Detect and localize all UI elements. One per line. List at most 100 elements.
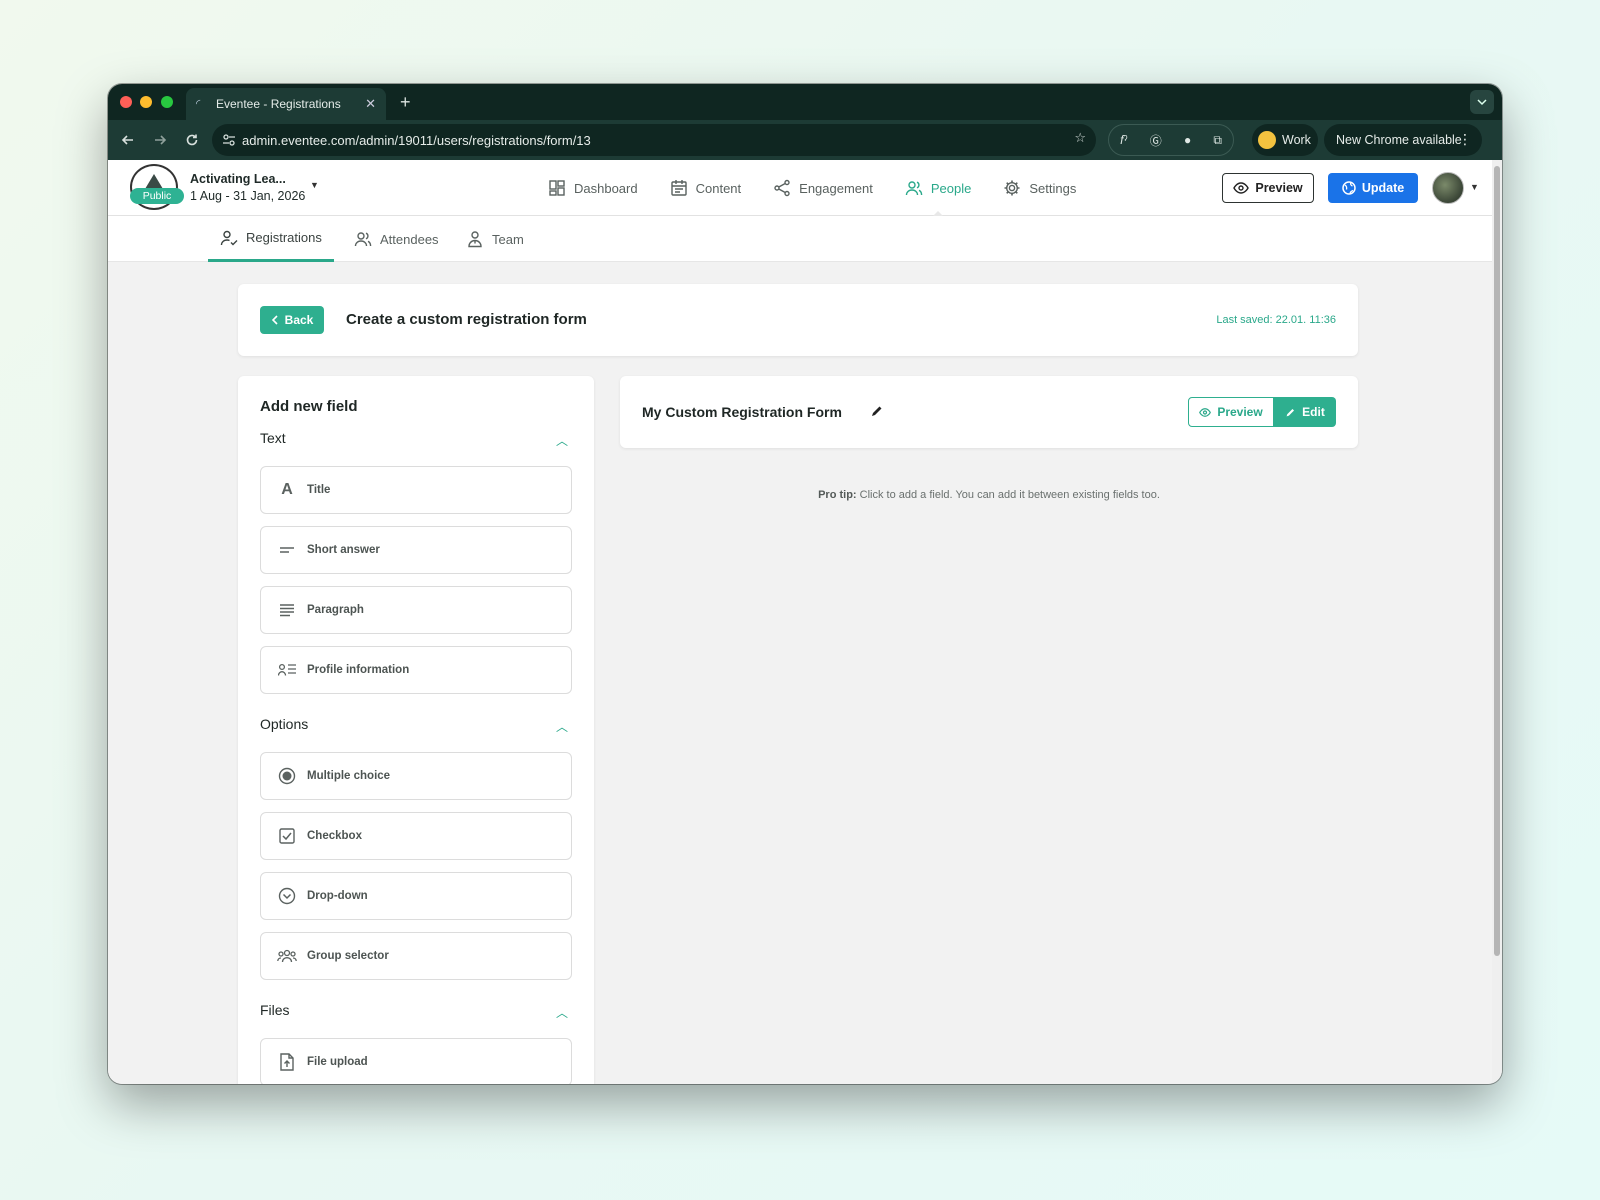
people-icon [905, 181, 923, 196]
nav-settings-label: Settings [1029, 180, 1077, 196]
section-files-header[interactable]: Files ︿ [260, 1002, 572, 1022]
add-short-answer-button[interactable]: Short answer [260, 526, 572, 574]
address-bar[interactable]: admin.eventee.com/admin/19011/users/regi… [212, 124, 1096, 156]
chrome-update-label: New Chrome available [1336, 133, 1462, 147]
bookmark-star-icon[interactable]: ☆ [1074, 130, 1086, 146]
edit-form-label: Edit [1302, 405, 1325, 419]
section-text-header[interactable]: Text ︿ [260, 430, 572, 450]
nav-people[interactable]: People [889, 160, 987, 217]
group-icon [277, 946, 297, 966]
dashboard-icon [549, 180, 565, 196]
avatar-caret-icon[interactable]: ▼ [1470, 182, 1479, 192]
back-button[interactable]: Back [260, 306, 324, 334]
close-tab-icon[interactable]: ✕ [365, 96, 376, 112]
formula-extension-icon[interactable]: fˀ [1120, 133, 1128, 147]
nav-dashboard[interactable]: Dashboard [532, 160, 654, 216]
nav-people-label: People [930, 180, 972, 196]
tab-attendees[interactable]: Attendees [354, 216, 439, 262]
tab-search-icon[interactable] [1470, 90, 1494, 114]
chevron-up-icon[interactable]: ︿ [556, 718, 568, 735]
tab-team[interactable]: Team [466, 216, 524, 262]
edit-form-button[interactable]: Edit [1274, 397, 1336, 427]
back-arrow-icon[interactable] [116, 128, 140, 152]
maximize-window-button[interactable] [161, 96, 173, 108]
add-paragraph-button[interactable]: Paragraph [260, 586, 572, 634]
event-name[interactable]: Activating Lea... [190, 172, 286, 186]
preview-form-button[interactable]: Preview [1188, 397, 1274, 427]
profile-avatar-icon [1258, 131, 1276, 149]
pro-tip: Pro tip: Click to add a field. You can a… [620, 489, 1358, 501]
gear-icon [1004, 180, 1020, 196]
pencil-icon[interactable] [870, 404, 884, 418]
avatar[interactable] [1432, 172, 1464, 204]
share-icon [774, 179, 790, 197]
chrome-update-button[interactable]: New Chrome available ⋮ [1324, 124, 1482, 156]
puzzle-extensions-icon[interactable]: ⧉ [1213, 133, 1222, 148]
font-icon: A [281, 481, 293, 498]
section-options-label: Options [260, 716, 309, 732]
pro-tip-text: Click to add a field. You can add it bet… [859, 489, 1160, 501]
add-field-panel: Add new field Text ︿ A Title Short answe… [238, 376, 594, 1084]
minimize-window-button[interactable] [140, 96, 152, 108]
page-header-card: Back Create a custom registration form L… [238, 284, 1358, 356]
section-text-label: Text [260, 430, 286, 446]
page-scrollbar[interactable] [1492, 160, 1502, 1084]
add-profile-information-label: Profile information [307, 664, 410, 676]
add-checkbox-button[interactable]: Checkbox [260, 812, 572, 860]
tab-title: Eventee - Registrations [216, 97, 341, 111]
add-checkbox-label: Checkbox [307, 830, 362, 842]
add-short-answer-label: Short answer [307, 544, 380, 556]
nav-content-label: Content [695, 180, 742, 196]
app-area: Public Activating Lea... 1 Aug - 31 Jan,… [108, 160, 1492, 1084]
tab-team-label: Team [492, 231, 524, 247]
profile-label: Work [1282, 133, 1311, 147]
update-label: Update [1361, 181, 1405, 195]
site-settings-icon[interactable] [222, 133, 236, 147]
add-group-selector-button[interactable]: Group selector [260, 932, 572, 980]
chrome-menu-icon[interactable]: ⋮ [1458, 131, 1472, 148]
add-multiple-choice-label: Multiple choice [307, 770, 391, 782]
new-tab-icon[interactable]: + [400, 92, 411, 112]
update-button[interactable]: Update [1328, 173, 1418, 203]
dropdown-icon [277, 886, 297, 906]
add-multiple-choice-button[interactable]: Multiple choice [260, 752, 572, 800]
chevron-up-icon[interactable]: ︿ [556, 432, 568, 449]
forward-arrow-icon[interactable] [148, 128, 172, 152]
team-member-icon [468, 231, 482, 248]
globe-icon [1342, 181, 1356, 195]
nav-dashboard-label: Dashboard [574, 180, 638, 196]
radio-button-icon [277, 766, 297, 786]
people-icon [354, 232, 372, 247]
eye-icon [1233, 182, 1250, 194]
add-profile-information-button[interactable]: Profile information [260, 646, 572, 694]
nav-content[interactable]: Content [654, 160, 758, 216]
nav-settings[interactable]: Settings [987, 160, 1092, 216]
section-options-header[interactable]: Options ︿ [260, 716, 572, 736]
nav-engagement[interactable]: Engagement [757, 160, 889, 216]
browser-tab[interactable]: ◜ Eventee - Registrations ✕ [186, 88, 386, 120]
scrollbar-thumb[interactable] [1494, 166, 1500, 956]
chevron-left-icon [271, 315, 278, 325]
add-file-upload-label: File upload [307, 1056, 368, 1068]
reload-icon[interactable] [180, 128, 204, 152]
chevron-up-icon[interactable]: ︿ [556, 1004, 568, 1021]
preview-event-button[interactable]: Preview [1222, 173, 1314, 203]
preview-form-label: Preview [1217, 405, 1263, 419]
add-dropdown-button[interactable]: Drop-down [260, 872, 572, 920]
nav-engagement-label: Engagement [799, 180, 873, 196]
add-file-upload-button[interactable]: File upload [260, 1038, 572, 1084]
short-text-icon [277, 540, 297, 560]
tab-registrations[interactable]: Registrations [208, 216, 334, 262]
grammarly-extension-icon[interactable]: Ⓖ [1150, 132, 1162, 149]
tab-attendees-label: Attendees [380, 231, 439, 247]
checkbox-icon [277, 826, 297, 846]
close-window-button[interactable] [120, 96, 132, 108]
add-title-field-button[interactable]: A Title [260, 466, 572, 514]
chrome-profile-chip[interactable]: Work [1252, 124, 1318, 156]
main-nav: Dashboard Content Engagement People Sett… [532, 160, 1092, 217]
pro-tip-label: Pro tip: [818, 489, 857, 501]
add-title-field-label: Title [307, 484, 331, 496]
profile-list-icon [277, 660, 297, 680]
drop-extension-icon[interactable]: ● [1184, 133, 1191, 147]
event-switcher-caret-icon[interactable]: ▼ [310, 180, 319, 190]
